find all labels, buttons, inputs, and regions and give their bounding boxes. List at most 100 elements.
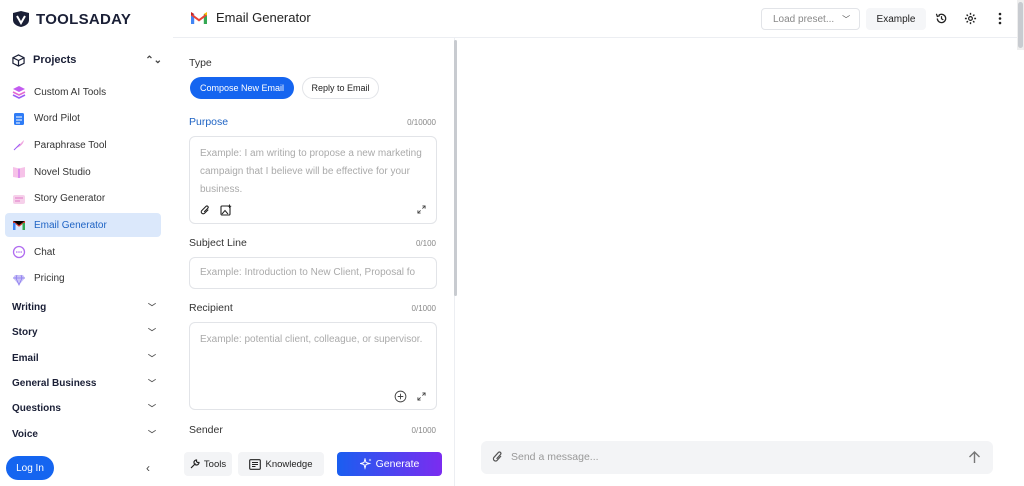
sidebar-item-label: Chat (34, 246, 56, 258)
subject-label: Subject Line (189, 237, 247, 249)
category-voice[interactable]: Voice ﹀ (12, 421, 156, 446)
sparkle-icon (359, 458, 372, 470)
history-icon[interactable] (934, 11, 948, 25)
login-button[interactable]: Log In (6, 456, 54, 480)
add-circle-icon[interactable] (394, 390, 407, 406)
cube-icon (12, 53, 25, 67)
sidebar-item-label: Paraphrase Tool (34, 139, 107, 151)
add-image-icon[interactable] (220, 204, 232, 219)
expand-icon[interactable] (417, 205, 426, 217)
preset-placeholder: Load preset... (773, 13, 835, 25)
category-email[interactable]: Email ﹀ (12, 346, 156, 371)
tools-label: Tools (203, 458, 227, 470)
chat-input-bar[interactable]: Send a message... (481, 441, 993, 474)
toolsaday-logo-icon (13, 11, 29, 27)
chevron-down-icon: ﹀ (148, 429, 156, 439)
book-icon (12, 165, 26, 179)
type-label: Type (189, 57, 212, 69)
wrench-icon (190, 459, 200, 469)
story-icon (12, 192, 26, 206)
chevron-updown-icon: ⌃⌄ (145, 54, 162, 66)
send-arrow-icon[interactable] (968, 450, 981, 469)
brand-logo[interactable]: TOOLSADAY (12, 10, 131, 28)
subject-placeholder: Example: Introduction to New Client, Pro… (200, 267, 416, 278)
purpose-placeholder: Example: I am writing to propose a new m… (200, 148, 422, 195)
sidebar-item-custom-ai-tools[interactable]: Custom AI Tools (5, 80, 161, 104)
chevron-down-icon: ﹀ (842, 14, 851, 24)
generate-button[interactable]: Generate (337, 452, 442, 476)
type-option-reply[interactable]: Reply to Email (302, 77, 379, 99)
top-bar: Email Generator Load preset... ﹀ Example (173, 0, 1024, 38)
sidebar-item-label: Novel Studio (34, 166, 91, 178)
knowledge-button[interactable]: Knowledge (238, 452, 324, 476)
projects-label: Projects (33, 54, 77, 66)
category-label: Email (12, 352, 39, 364)
sender-char-count: 0/1000 (411, 426, 436, 435)
category-questions[interactable]: Questions ﹀ (12, 396, 156, 421)
sidebar-item-pricing[interactable]: Pricing (5, 267, 161, 291)
page-title: Email Generator (216, 10, 311, 25)
chevron-down-icon: ﹀ (148, 303, 156, 313)
recipient-textarea[interactable]: Example: potential client, colleague, or… (189, 322, 437, 410)
sidebar-item-email-generator[interactable]: Email Generator (5, 213, 161, 238)
purpose-char-count: 0/10000 (407, 118, 436, 127)
category-label: Story (12, 327, 38, 339)
sidebar-item-label: Custom AI Tools (34, 86, 107, 98)
page-title-group: Email Generator (190, 10, 311, 25)
email-form-panel: Type Compose New Email Reply to Email Pu… (173, 38, 455, 486)
tools-button[interactable]: Tools (184, 452, 232, 476)
quill-icon (12, 138, 26, 152)
recipient-placeholder: Example: potential client, colleague, or… (200, 334, 423, 345)
sidebar-item-story-generator[interactable]: Story Generator (5, 187, 161, 211)
knowledge-label: Knowledge (265, 458, 313, 470)
sender-label: Sender (189, 424, 223, 436)
chevron-down-icon: ﹀ (148, 404, 156, 414)
gear-icon[interactable] (963, 11, 977, 25)
gmail-icon (191, 11, 207, 24)
sidebar-item-chat[interactable]: Chat (5, 240, 161, 264)
paperclip-icon[interactable] (200, 205, 211, 219)
gmail-icon (12, 218, 26, 232)
form-scrollbar[interactable] (454, 40, 457, 296)
chevron-down-icon: ﹀ (148, 379, 156, 389)
load-preset-dropdown[interactable]: Load preset... ﹀ (761, 8, 860, 30)
category-writing[interactable]: Writing ﹀ (12, 295, 156, 320)
scrollbar-thumb[interactable] (1018, 2, 1023, 48)
generate-label: Generate (375, 458, 420, 470)
sidebar-item-label: Word Pilot (34, 113, 80, 125)
category-general-business[interactable]: General Business ﹀ (12, 371, 156, 396)
document-icon (12, 112, 26, 126)
collapse-sidebar-icon[interactable]: ‹ (146, 461, 150, 475)
app-root: TOOLSADAY Projects ⌃⌄ Custom AI Tools Wo… (0, 0, 1024, 486)
purpose-label: Purpose (189, 116, 229, 128)
example-button[interactable]: Example (866, 8, 926, 30)
layers-icon (12, 85, 26, 99)
purpose-textarea[interactable]: Example: I am writing to propose a new m… (189, 136, 437, 224)
chevron-down-icon: ﹀ (148, 328, 156, 338)
sidebar-item-label: Story Generator (34, 193, 106, 205)
type-option-compose[interactable]: Compose New Email (190, 77, 294, 99)
sidebar: TOOLSADAY Projects ⌃⌄ Custom AI Tools Wo… (0, 0, 173, 486)
window-scrollbar[interactable] (1017, 0, 1024, 50)
sidebar-item-label: Email Generator (34, 219, 107, 231)
more-vertical-icon[interactable] (993, 11, 1007, 25)
expand-icon[interactable] (417, 392, 426, 404)
category-label: Voice (12, 428, 38, 440)
recipient-label: Recipient (189, 302, 233, 314)
sidebar-item-word-pilot[interactable]: Word Pilot (5, 107, 161, 131)
gem-icon (12, 272, 26, 286)
chat-bubble-icon (12, 245, 26, 259)
sidebar-item-novel-studio[interactable]: Novel Studio (5, 160, 161, 184)
subject-input[interactable]: Example: Introduction to New Client, Pro… (189, 257, 437, 289)
category-list: Writing ﹀ Story ﹀ Email ﹀ General Business ﹀… (12, 295, 156, 447)
paperclip-icon[interactable] (492, 450, 504, 469)
subject-char-count: 0/100 (415, 239, 436, 248)
category-label: Questions (12, 403, 61, 415)
category-label: Writing (12, 302, 47, 314)
recipient-char-count: 0/1000 (411, 304, 436, 313)
category-story[interactable]: Story ﹀ (12, 320, 156, 345)
category-label: General Business (12, 378, 97, 390)
sidebar-nav: Custom AI Tools Word Pilot Paraphrase To… (5, 80, 161, 294)
sidebar-item-paraphrase-tool[interactable]: Paraphrase Tool (5, 133, 161, 157)
projects-selector[interactable]: Projects ⌃⌄ (12, 51, 162, 69)
